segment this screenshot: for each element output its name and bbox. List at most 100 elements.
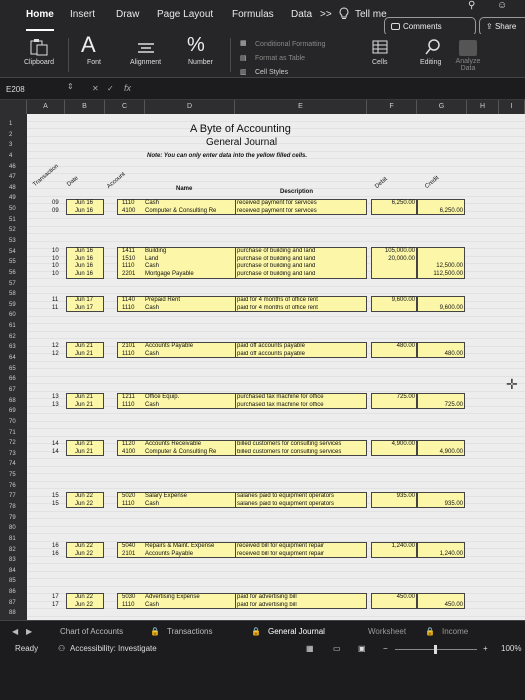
row-header[interactable]: 57 <box>0 281 27 287</box>
account-number[interactable]: 1211 <box>122 394 135 401</box>
row-header[interactable]: 82 <box>0 547 27 553</box>
account-number[interactable]: 1411 <box>122 248 135 255</box>
row-header[interactable]: 3 <box>0 142 27 148</box>
row-header[interactable]: 72 <box>0 440 27 446</box>
row-header[interactable]: 51 <box>0 217 27 223</box>
row-header[interactable]: 53 <box>0 238 27 244</box>
row-header[interactable]: 70 <box>0 419 27 425</box>
entry-description[interactable]: received payment for services <box>237 208 317 215</box>
column-header-e[interactable]: E <box>235 100 367 114</box>
row-header[interactable]: 66 <box>0 376 27 382</box>
account-input-box[interactable] <box>117 393 242 410</box>
page-break-view-icon[interactable]: ▣ <box>358 644 366 653</box>
account-number[interactable]: 2101 <box>122 551 135 558</box>
entry-date[interactable]: Jun 16 <box>75 248 93 255</box>
entry-description[interactable]: purchase of building and land <box>237 256 315 263</box>
analyze-data-icon[interactable] <box>459 40 477 56</box>
account-number[interactable]: 1110 <box>122 263 134 270</box>
debit-amount[interactable]: 6,250.00 <box>373 200 415 207</box>
entry-description[interactable]: paid off accounts payable <box>237 343 305 350</box>
function-icon[interactable]: fx <box>124 83 131 93</box>
sheet-next-button[interactable]: ▶ <box>26 627 32 636</box>
row-header[interactable]: 77 <box>0 493 27 499</box>
row-header[interactable]: 64 <box>0 355 27 361</box>
debit-amount[interactable]: 105,000.00 <box>373 248 415 255</box>
entry-description[interactable]: paid off accounts payable <box>237 351 305 358</box>
cells-icon[interactable] <box>372 40 388 54</box>
account-number[interactable]: 5030 <box>122 594 135 601</box>
account-number[interactable]: 1110 <box>122 402 134 409</box>
row-header[interactable]: 85 <box>0 578 27 584</box>
entry-date[interactable]: Jun 22 <box>75 551 93 558</box>
row-header[interactable]: 83 <box>0 557 27 563</box>
account-number[interactable]: 1140 <box>122 297 135 304</box>
entry-date[interactable]: Jun 22 <box>75 543 93 550</box>
entry-date[interactable]: Jun 16 <box>75 200 93 207</box>
column-header-h[interactable]: H <box>467 100 499 114</box>
font-icon[interactable]: A <box>81 32 96 58</box>
entry-date[interactable]: Jun 16 <box>75 208 93 215</box>
entry-date[interactable]: Jun 17 <box>75 305 93 312</box>
tab-formulas[interactable]: Formulas <box>232 9 274 20</box>
row-header[interactable]: 79 <box>0 515 27 521</box>
credit-amount[interactable]: 9,600.00 <box>419 305 463 312</box>
row-header[interactable]: 73 <box>0 451 27 457</box>
sheet-tab-worksheet[interactable]: Worksheet <box>368 627 406 636</box>
search-icon[interactable]: ⚲ <box>468 0 475 11</box>
row-header[interactable]: 56 <box>0 270 27 276</box>
credit-amount[interactable]: 935.00 <box>419 501 463 508</box>
entry-description[interactable]: billed customers for consulting services <box>237 441 341 448</box>
credit-amount[interactable]: 480.00 <box>419 351 463 358</box>
entry-description[interactable]: purchase of building and land <box>237 248 315 255</box>
row-header[interactable]: 68 <box>0 398 27 404</box>
column-header-b[interactable]: B <box>65 100 105 114</box>
debit-amount[interactable]: 725.00 <box>373 394 415 401</box>
accessibility-status[interactable]: Accessibility: Investigate <box>70 644 157 653</box>
tab-page-layout[interactable]: Page Layout <box>157 9 213 20</box>
row-header[interactable]: 63 <box>0 344 27 350</box>
entry-date[interactable]: Jun 22 <box>75 602 93 609</box>
entry-description[interactable]: paid for advertising bill <box>237 594 297 601</box>
row-header[interactable]: 61 <box>0 323 27 329</box>
debit-amount[interactable]: 20,000.00 <box>373 256 415 263</box>
row-header[interactable]: 46 <box>0 164 27 170</box>
tab-draw[interactable]: Draw <box>116 9 139 20</box>
tell-me-search[interactable]: Tell me <box>355 9 387 20</box>
alignment-icon[interactable] <box>137 42 155 56</box>
entry-description[interactable]: billed customers for consulting services <box>237 449 341 456</box>
debit-amount[interactable]: 935.00 <box>373 493 415 500</box>
select-all-corner[interactable] <box>0 100 27 114</box>
normal-view-icon[interactable]: ▦ <box>306 644 314 653</box>
row-header[interactable]: 87 <box>0 600 27 606</box>
sheet-tab-general-journal[interactable]: General Journal <box>268 627 325 636</box>
row-header[interactable]: 75 <box>0 472 27 478</box>
column-header-d[interactable]: D <box>145 100 235 114</box>
user-icon[interactable]: ☺ <box>497 0 507 11</box>
debit-amount[interactable]: 9,600.00 <box>373 297 415 304</box>
row-header[interactable]: 86 <box>0 589 27 595</box>
entry-description[interactable]: salaries paid to equipment operators <box>237 493 334 500</box>
zoom-in-button[interactable]: + <box>483 644 488 653</box>
row-header[interactable]: 49 <box>0 195 27 201</box>
row-header[interactable]: 76 <box>0 483 27 489</box>
name-box-stepper-icon[interactable]: ⇕ <box>67 82 74 91</box>
sheet-prev-button[interactable]: ◀ <box>12 627 18 636</box>
row-header[interactable]: 69 <box>0 408 27 414</box>
format-as-table-button[interactable]: Format as Table <box>255 55 305 62</box>
account-number[interactable]: 2101 <box>122 343 135 350</box>
row-header[interactable]: 67 <box>0 387 27 393</box>
entry-description[interactable]: purchased fax machine for office <box>237 394 324 401</box>
credit-amount[interactable]: 4,900.00 <box>419 449 463 456</box>
row-header[interactable]: 59 <box>0 302 27 308</box>
entry-description[interactable]: received payment for services <box>237 200 317 207</box>
entry-description[interactable]: paid for 4 months of office rent <box>237 297 318 304</box>
row-header[interactable]: 84 <box>0 568 27 574</box>
account-number[interactable]: 2201 <box>122 271 135 278</box>
debit-amount[interactable]: 4,900.00 <box>373 441 415 448</box>
account-number[interactable]: 1110 <box>122 501 134 508</box>
account-number[interactable]: 1120 <box>122 441 135 448</box>
account-number[interactable]: 1110 <box>122 602 134 609</box>
tab-home[interactable]: Home <box>26 9 54 20</box>
entry-date[interactable]: Jun 21 <box>75 394 93 401</box>
entry-date[interactable]: Jun 22 <box>75 501 93 508</box>
